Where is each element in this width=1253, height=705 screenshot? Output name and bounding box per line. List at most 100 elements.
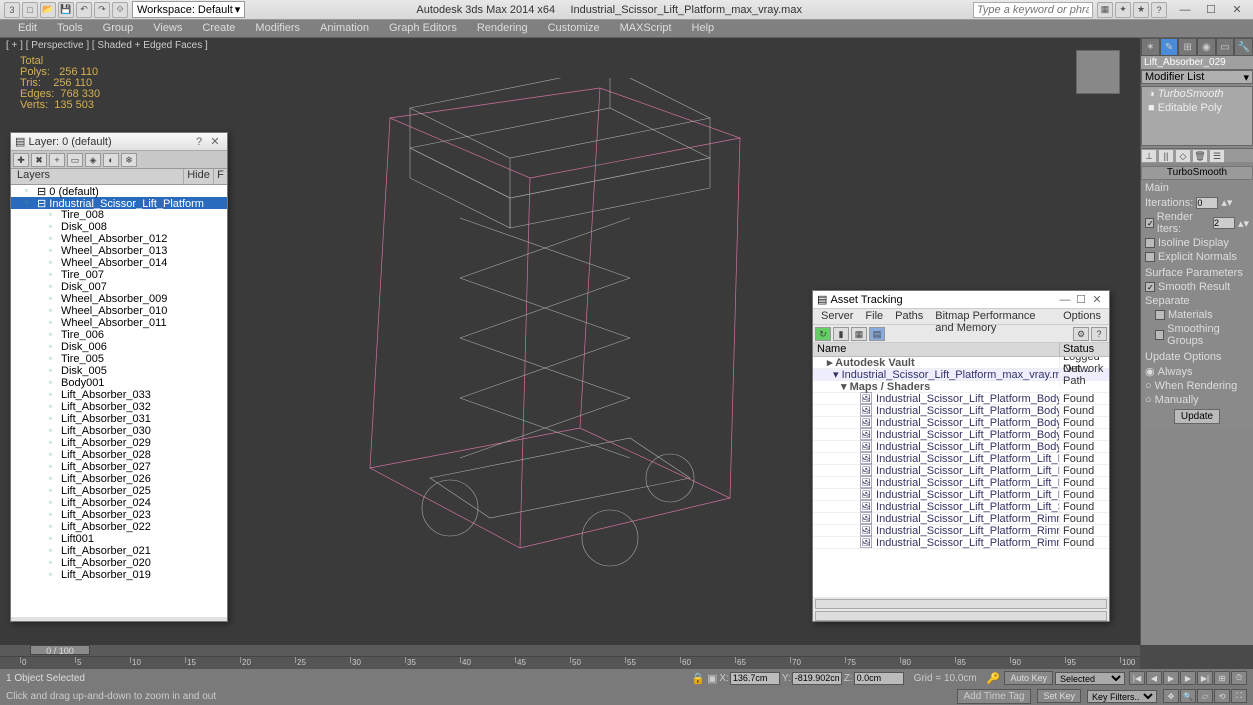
- col-status[interactable]: Status: [1059, 343, 1109, 356]
- rollout-turbosmooth[interactable]: TurboSmooth: [1141, 166, 1253, 180]
- layer-item[interactable]: ▫Tire_008: [11, 209, 227, 221]
- time-config-icon[interactable]: ⏱: [1231, 671, 1247, 685]
- help-icon[interactable]: ?: [191, 135, 207, 149]
- tab-create[interactable]: ✶: [1141, 38, 1160, 56]
- layer-item[interactable]: ▫Lift_Absorber_020: [11, 557, 227, 569]
- next-frame-icon[interactable]: ▶: [1180, 671, 1196, 685]
- timetag-button[interactable]: Add Time Tag: [957, 689, 1032, 704]
- spinner-icon[interactable]: ▴▾: [1221, 196, 1232, 209]
- nav-zoom-icon[interactable]: 🔍: [1180, 689, 1196, 703]
- show-end-icon[interactable]: ||: [1158, 149, 1174, 163]
- nav-orbit-icon[interactable]: ⟲: [1214, 689, 1230, 703]
- menu-modifiers[interactable]: Modifiers: [245, 20, 310, 37]
- link-icon[interactable]: ⟐: [112, 2, 128, 18]
- redo-icon[interactable]: ↷: [94, 2, 110, 18]
- layer-item[interactable]: ▫Disk_007: [11, 281, 227, 293]
- tab-hierarchy[interactable]: ⊞: [1178, 38, 1197, 56]
- layer-item[interactable]: ▫Disk_006: [11, 341, 227, 353]
- open-icon[interactable]: 📂: [40, 2, 56, 18]
- new-icon[interactable]: □: [22, 2, 38, 18]
- modifier-stack[interactable]: ◑ TurboSmooth ■ Editable Poly: [1141, 86, 1253, 146]
- key-mode-dropdown[interactable]: Selected: [1055, 672, 1125, 685]
- favorite-icon[interactable]: ★: [1133, 2, 1149, 18]
- save-icon[interactable]: 💾: [58, 2, 74, 18]
- layer-item[interactable]: ▫Lift_Absorber_032: [11, 401, 227, 413]
- radio-rendering[interactable]: ○: [1145, 380, 1152, 392]
- col-freeze[interactable]: F: [213, 169, 227, 184]
- keyfilters-dropdown[interactable]: Key Filters...: [1087, 690, 1157, 703]
- col-layers[interactable]: Layers: [11, 169, 183, 184]
- layer-item[interactable]: ▫Disk_005: [11, 365, 227, 377]
- lock-icon[interactable]: 🔒: [691, 672, 705, 685]
- layer-item[interactable]: ▫⊟ 0 (default): [11, 185, 227, 197]
- asset-row[interactable]: 🖼 Industrial_Scissor_Lift_Platform_Rimm_…: [813, 537, 1109, 549]
- play-icon[interactable]: ▶: [1163, 671, 1179, 685]
- key-mode-icon[interactable]: ⊞: [1214, 671, 1230, 685]
- layer-item[interactable]: ▫Disk_008: [11, 221, 227, 233]
- close-icon[interactable]: ✕: [1089, 293, 1105, 307]
- key-icon[interactable]: 🔑: [987, 672, 1001, 685]
- pin-icon[interactable]: ⊥: [1141, 149, 1157, 163]
- menu-edit[interactable]: Edit: [8, 20, 47, 37]
- menu-animation[interactable]: Animation: [310, 20, 379, 37]
- menu-maxscript[interactable]: MAXScript: [610, 20, 682, 37]
- layer-dialog[interactable]: ▤ Layer: 0 (default) ? ✕ ✚ ✖ + ▭ ◈ ◐ ❄ L…: [10, 132, 228, 622]
- layer-item[interactable]: ▫Lift_Absorber_031: [11, 413, 227, 425]
- options-icon[interactable]: ⚙: [1073, 327, 1089, 341]
- nav-fov-icon[interactable]: ▱: [1197, 689, 1213, 703]
- layer-item[interactable]: ▫Lift_Absorber_028: [11, 449, 227, 461]
- close-icon[interactable]: ✕: [207, 135, 223, 149]
- layer-item[interactable]: ▫Lift001: [11, 533, 227, 545]
- menu-views[interactable]: Views: [143, 20, 192, 37]
- menu-help[interactable]: Help: [682, 20, 725, 37]
- time-ruler[interactable]: 0510152025303540455055606570758085909510…: [0, 657, 1140, 669]
- layer-item[interactable]: ▫Wheel_Absorber_013: [11, 245, 227, 257]
- timeline[interactable]: 0 / 100 05101520253035404550556065707580…: [0, 645, 1140, 669]
- nav-pan-icon[interactable]: ✥: [1163, 689, 1179, 703]
- goto-end-icon[interactable]: ▶|: [1197, 671, 1213, 685]
- layer-dialog-title[interactable]: ▤ Layer: 0 (default) ? ✕: [11, 133, 227, 151]
- asset-scrollbar-h[interactable]: [815, 599, 1107, 609]
- tab-modify[interactable]: ✎: [1160, 38, 1179, 56]
- highlight-icon[interactable]: ◈: [85, 153, 101, 167]
- prev-frame-icon[interactable]: ◀: [1146, 671, 1162, 685]
- new-layer-icon[interactable]: ✚: [13, 153, 29, 167]
- time-slider-thumb[interactable]: 0 / 100: [30, 645, 90, 655]
- freeze-icon[interactable]: ❄: [121, 153, 137, 167]
- object-name[interactable]: Lift_Absorber_029: [1141, 56, 1253, 70]
- help-icon[interactable]: ?: [1151, 2, 1167, 18]
- asset-tracking-dialog[interactable]: ▤ Asset Tracking — ☐ ✕ ServerFilePathsBi…: [812, 290, 1110, 622]
- layer-item[interactable]: ▫Wheel_Absorber_009: [11, 293, 227, 305]
- layer-item[interactable]: ▫Wheel_Absorber_014: [11, 257, 227, 269]
- isoline-checkbox[interactable]: [1145, 238, 1155, 248]
- layer-item[interactable]: ▫Lift_Absorber_030: [11, 425, 227, 437]
- menu-rendering[interactable]: Rendering: [467, 20, 538, 37]
- hide-icon[interactable]: ◐: [103, 153, 119, 167]
- viewcube[interactable]: [1076, 50, 1120, 94]
- asset-menu-bitmap-performance-and-memory[interactable]: Bitmap Performance and Memory: [929, 309, 1057, 324]
- modifier-list-dropdown[interactable]: Modifier List ▾: [1141, 70, 1253, 84]
- menu-tools[interactable]: Tools: [47, 20, 93, 37]
- setkey-button[interactable]: Set Key: [1037, 689, 1081, 703]
- stack-item[interactable]: ■ Editable Poly: [1142, 101, 1252, 115]
- time-slider-track[interactable]: 0 / 100: [0, 645, 1140, 657]
- undo-icon[interactable]: ↶: [76, 2, 92, 18]
- search-input[interactable]: [973, 2, 1093, 18]
- asset-menu-file[interactable]: File: [859, 309, 889, 324]
- viewport-label[interactable]: [ + ] [ Perspective ] [ Shaded + Edged F…: [6, 40, 208, 51]
- smooth-checkbox[interactable]: [1145, 282, 1155, 292]
- tab-display[interactable]: ▭: [1216, 38, 1235, 56]
- nav-max-icon[interactable]: ⛶: [1231, 689, 1247, 703]
- goto-start-icon[interactable]: |◀: [1129, 671, 1145, 685]
- add-icon[interactable]: +: [49, 153, 65, 167]
- asset-menu-options[interactable]: Options: [1057, 309, 1107, 324]
- layer-item[interactable]: ▫Lift_Absorber_021: [11, 545, 227, 557]
- x-input[interactable]: [730, 672, 780, 685]
- render-iters-input[interactable]: [1213, 217, 1235, 229]
- layer-tree[interactable]: ▫⊟ 0 (default)▫⊟ Industrial_Scissor_Lift…: [11, 185, 227, 617]
- remove-icon[interactable]: 🗑: [1192, 149, 1208, 163]
- iterations-input[interactable]: [1196, 197, 1218, 209]
- layer-item[interactable]: ▫Tire_007: [11, 269, 227, 281]
- layer-item[interactable]: ▫Lift_Absorber_024: [11, 497, 227, 509]
- stack-item[interactable]: ◑ TurboSmooth: [1142, 87, 1252, 101]
